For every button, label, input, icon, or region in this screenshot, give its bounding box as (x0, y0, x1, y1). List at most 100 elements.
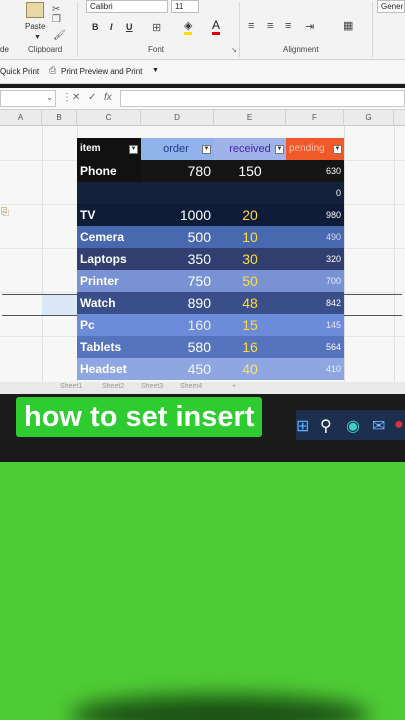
add-sheet-icon[interactable]: + (232, 383, 236, 390)
number-format-box[interactable]: Gener (377, 0, 405, 13)
cell-pending[interactable]: 630 (286, 160, 344, 182)
indent-icon[interactable]: ⇥ (305, 20, 314, 33)
column-header-b[interactable]: B (42, 110, 77, 126)
cell-pending[interactable]: 0 (286, 182, 344, 204)
copy-icon[interactable]: ❐ (52, 14, 61, 25)
print-preview-button[interactable]: Print Preview and Print (61, 67, 142, 76)
font-size-box[interactable]: 11 (171, 0, 199, 13)
cell-received[interactable] (214, 182, 286, 204)
column-header-e[interactable]: E (214, 110, 286, 126)
cancel-icon[interactable]: ✕ (72, 92, 80, 103)
paste-icon[interactable] (26, 2, 44, 18)
edge-browser-icon[interactable]: ◉ (346, 416, 360, 436)
cell-item[interactable] (77, 182, 141, 204)
filter-dropdown-icon[interactable]: ▼ (202, 145, 211, 154)
column-header-f[interactable]: F (286, 110, 344, 126)
header-order[interactable]: order ▼ (141, 138, 214, 160)
cell-pending[interactable]: 410 (286, 358, 344, 380)
column-header-g[interactable]: G (344, 110, 394, 126)
align-right-icon[interactable]: ≡ (285, 20, 291, 32)
font-color-icon[interactable]: A (212, 18, 221, 35)
print-preview-icon[interactable]: ⎙ (49, 65, 56, 76)
cell-received[interactable]: 20 (214, 204, 286, 226)
cell-item[interactable]: Headset (77, 358, 141, 380)
column-header-a[interactable]: A (0, 110, 42, 126)
cell-received[interactable]: 30 (214, 248, 286, 270)
underline-button[interactable]: U (126, 22, 133, 32)
column-header-d[interactable]: D (141, 110, 214, 126)
cell-received[interactable]: 50 (214, 270, 286, 292)
cell-pending[interactable]: 700 (286, 270, 344, 292)
column-header-c[interactable]: C (77, 110, 141, 126)
cell-order[interactable]: 500 (141, 226, 214, 248)
cell-received[interactable]: 48 (214, 292, 286, 314)
cell-received[interactable]: 150 (214, 160, 286, 182)
sheet-tab[interactable]: Sheet2 (102, 383, 124, 390)
cell-order[interactable]: 450 (141, 358, 214, 380)
sheet-tab[interactable]: Sheet1 (60, 383, 82, 390)
cell-pending[interactable]: 490 (286, 226, 344, 248)
align-left-icon[interactable]: ≡ (248, 20, 254, 32)
cell-order[interactable]: 780 (141, 160, 214, 182)
merge-icon[interactable]: ▦ (343, 19, 353, 32)
filter-dropdown-icon[interactable]: ▼ (129, 145, 138, 154)
font-dialog-launcher-icon[interactable]: ↘ (231, 46, 237, 54)
fill-color-icon[interactable]: ◈ (184, 19, 193, 35)
cell-item[interactable]: TV (77, 204, 141, 226)
cell-order[interactable]: 350 (141, 248, 214, 270)
borders-icon[interactable]: ⊞ (152, 21, 161, 34)
cell-item[interactable]: Watch (77, 292, 141, 314)
cell-item[interactable]: Pc (77, 314, 141, 336)
app-icon[interactable]: ● (394, 416, 404, 434)
cell-pending[interactable]: 145 (286, 314, 344, 336)
cell-pending[interactable]: 980 (286, 204, 344, 226)
filter-dropdown-icon[interactable]: ▼ (333, 145, 342, 154)
header-pending[interactable]: pending ▼ (286, 138, 344, 160)
green-screen-area (0, 462, 405, 720)
italic-button[interactable]: I (110, 22, 113, 32)
enter-icon[interactable]: ✓ (88, 92, 96, 103)
taskbar: ⊞ ⚲ ◉ ✉ ● (296, 410, 405, 440)
format-painter-icon[interactable]: 🖌 (53, 30, 66, 41)
search-icon[interactable]: ⚲ (320, 416, 332, 436)
cell-item[interactable]: Phone (77, 160, 141, 182)
name-box[interactable]: ⌄ (0, 90, 56, 107)
customize-qat-icon[interactable]: ▼ (152, 67, 159, 74)
sheet-tab[interactable]: Sheet4 (180, 383, 202, 390)
cell-received[interactable]: 40 (214, 358, 286, 380)
sheet-tab[interactable]: Sheet3 (141, 383, 163, 390)
bold-button[interactable]: B (92, 22, 99, 32)
cell-item[interactable]: Laptops (77, 248, 141, 270)
windows-start-icon[interactable]: ⊞ (296, 416, 309, 436)
filter-dropdown-icon[interactable]: ▼ (275, 145, 284, 154)
header-item[interactable]: item ▼ (77, 138, 141, 160)
cell-received[interactable]: 10 (214, 226, 286, 248)
cell-item[interactable]: Tablets (77, 336, 141, 358)
cell-received[interactable]: 15 (214, 314, 286, 336)
cell-order[interactable]: 1000 (141, 204, 214, 226)
header-received[interactable]: received ▼ (214, 138, 286, 160)
insert-function-icon[interactable]: fx (104, 92, 112, 103)
cell-item[interactable]: Printer (77, 270, 141, 292)
cell-pending[interactable]: 564 (286, 336, 344, 358)
cell-received[interactable]: 16 (214, 336, 286, 358)
cell-order[interactable]: 160 (141, 314, 214, 336)
cell-item[interactable]: Cemera (77, 226, 141, 248)
quick-print-button[interactable]: Quick Print (0, 67, 39, 76)
cell-pending[interactable]: 320 (286, 248, 344, 270)
cell-order[interactable]: 890 (141, 292, 214, 314)
cell-order[interactable] (141, 182, 214, 204)
paste-button[interactable]: Paste (25, 22, 45, 31)
mail-icon[interactable]: ✉ (372, 416, 385, 436)
align-center-icon[interactable]: ≡ (267, 20, 273, 32)
paste-options-icon[interactable]: ⎘ (1, 207, 9, 218)
formula-input[interactable] (120, 90, 405, 107)
header-order-label: order (163, 143, 189, 155)
cell-order[interactable]: 580 (141, 336, 214, 358)
cell-order[interactable]: 750 (141, 270, 214, 292)
dropdown-icon[interactable]: ▼ (34, 34, 41, 41)
font-name-box[interactable]: Calibri (86, 0, 168, 13)
quick-access-toolbar: Quick Print ⎙ Print Preview and Print ▼ (0, 60, 405, 84)
cell-pending[interactable]: 842 (286, 292, 344, 314)
chevron-down-icon[interactable]: ⌄ (46, 93, 53, 102)
